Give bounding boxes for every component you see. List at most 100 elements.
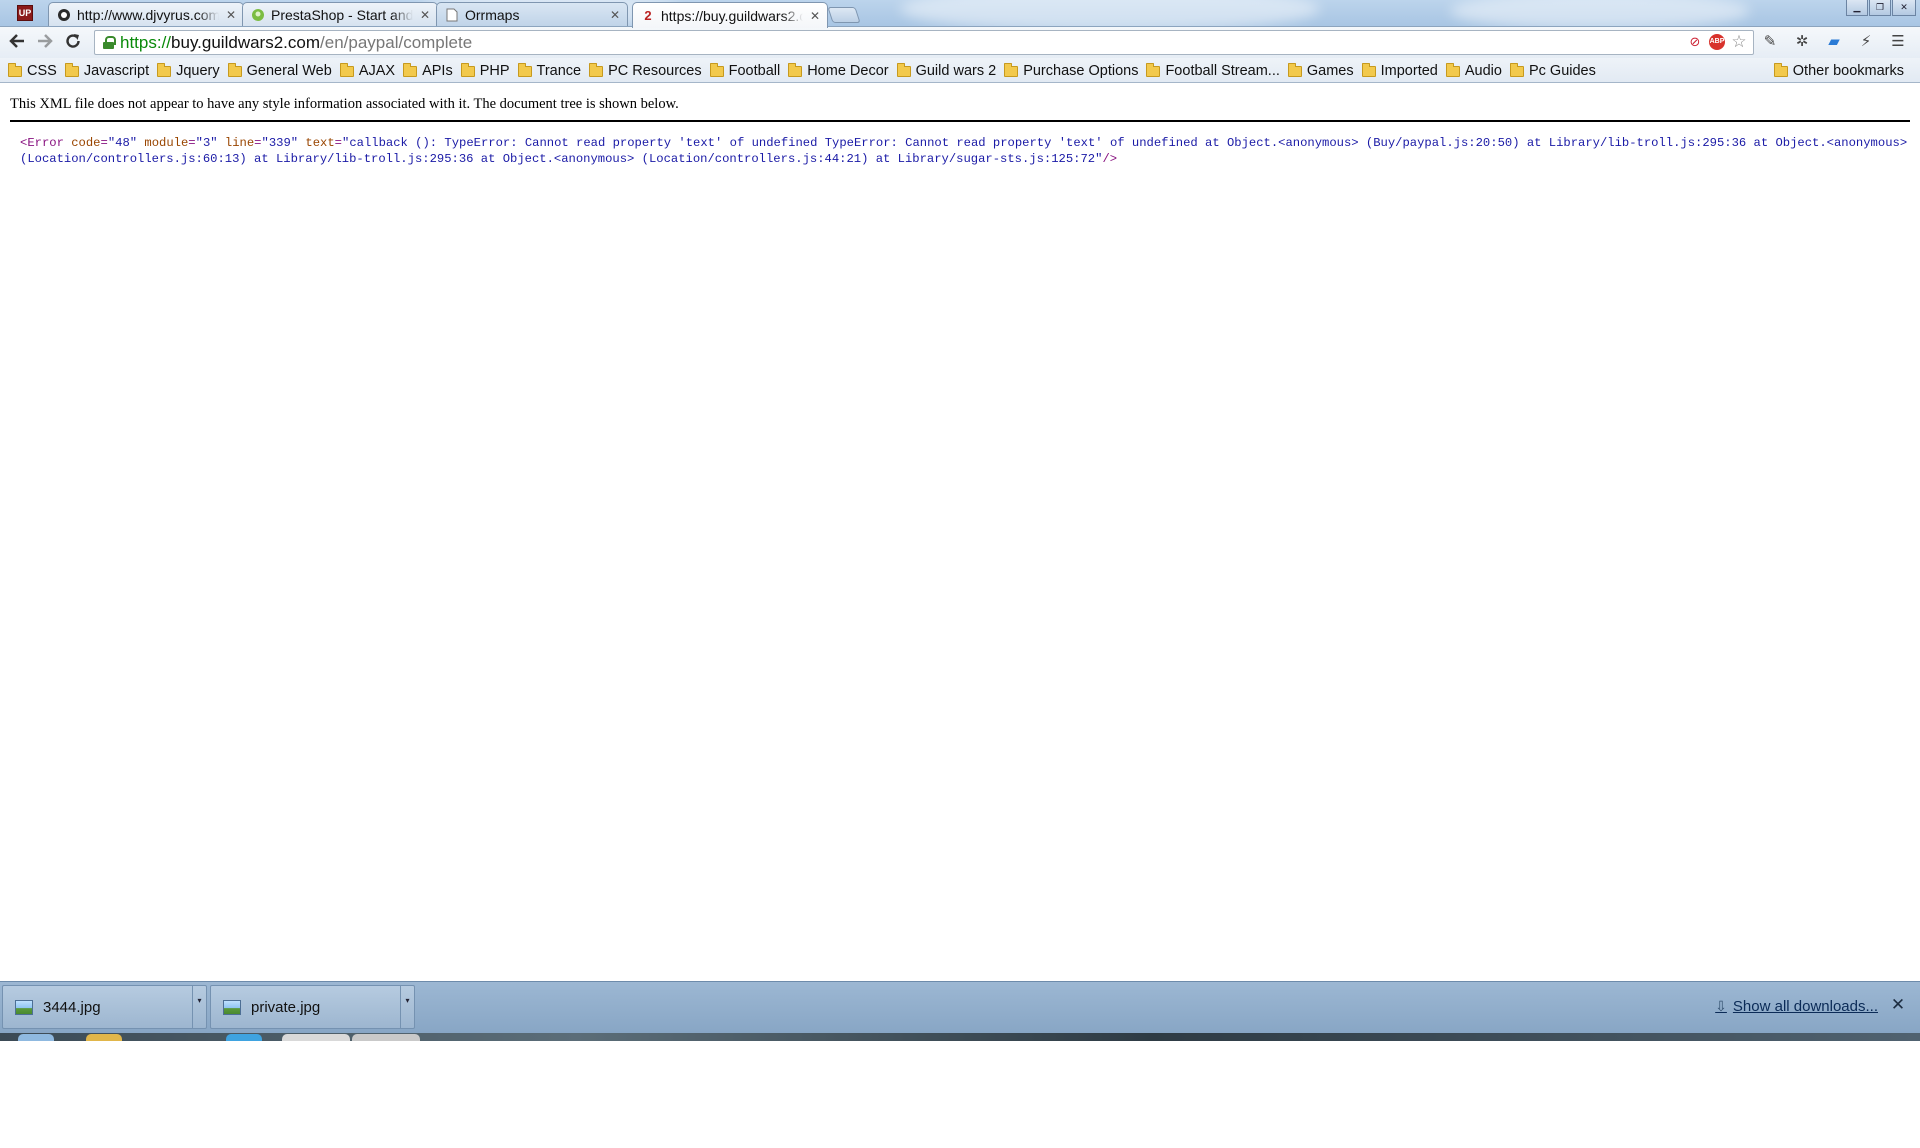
folder-icon [460, 62, 475, 77]
close-icon[interactable]: ✕ [1890, 996, 1906, 1014]
folder-icon [896, 62, 911, 77]
tab-title: https://buy.guildwars2.com [661, 7, 803, 24]
tab-guildwars[interactable]: 2 https://buy.guildwars2.com ✕ [632, 2, 828, 28]
close-icon[interactable]: ✕ [809, 10, 821, 22]
bookmark-label: Audio [1464, 63, 1502, 79]
address-bar[interactable]: https://buy.guildwars2.com/en/paypal/com… [94, 30, 1754, 55]
minimize-icon[interactable]: ▁ [1846, 0, 1868, 16]
download-shelf: 3444.jpg ▾ private.jpg ▾ ⇩ Show all down… [0, 981, 1920, 1033]
other-bookmarks-folder[interactable]: Other bookmarks [1773, 61, 1912, 81]
chrome-taskbar-icon[interactable] [282, 1034, 350, 1041]
close-icon[interactable]: ✕ [225, 9, 237, 21]
bookmark-folder[interactable]: AJAX [339, 61, 403, 81]
folder-icon[interactable] [86, 1034, 122, 1041]
bookmark-label: Football [728, 63, 781, 79]
browser-taskbar-icon[interactable] [226, 1034, 262, 1041]
bookmark-folder[interactable]: APIs [403, 61, 461, 81]
tab-prestashop[interactable]: PrestaShop - Start and grow ✕ [242, 2, 438, 27]
window-close-icon[interactable]: ✕ [1892, 0, 1916, 16]
bookmark-folder[interactable]: Audio [1445, 61, 1510, 81]
star-icon[interactable]: ☆ [1731, 33, 1747, 50]
close-icon[interactable]: ✕ [609, 9, 621, 21]
folder-icon [64, 62, 79, 77]
download-item[interactable]: 3444.jpg ▾ [2, 985, 207, 1029]
lightning-icon[interactable]: ⚡ [1856, 32, 1876, 52]
page-content: This XML file does not appear to have an… [0, 83, 1920, 981]
folder-icon [1361, 62, 1376, 77]
app-menu-icon[interactable]: UP [17, 5, 33, 21]
lock-icon[interactable] [103, 36, 116, 49]
start-orb-icon[interactable] [18, 1034, 54, 1041]
xml-tag-close: /> [1102, 152, 1118, 166]
tab-orrmaps[interactable]: Orrmaps ✕ [436, 2, 628, 27]
bookmark-label: APIs [422, 63, 453, 79]
restore-icon[interactable]: ❐ [1869, 0, 1891, 16]
bookmark-label: PHP [479, 63, 510, 79]
folder-icon [1146, 62, 1161, 77]
folder-icon [1004, 62, 1019, 77]
bookmark-folder[interactable]: Guild wars 2 [896, 61, 1005, 81]
folder-icon [517, 62, 532, 77]
bookmark-label: Football Stream... [1165, 63, 1280, 79]
bookmark-folder[interactable]: PHP [460, 61, 518, 81]
xml-attr-value: "48" [107, 136, 138, 150]
bookmark-folder[interactable]: Football [709, 61, 789, 81]
extension-icons: ✎ ✲ ▰ ⚡ ☰ [1760, 32, 1908, 52]
xml-tag-open: <Error [20, 136, 64, 150]
folder-icon [227, 62, 242, 77]
xml-attr-name: text [305, 136, 335, 150]
chevron-down-icon[interactable]: ▾ [192, 986, 206, 1028]
download-item[interactable]: private.jpg ▾ [210, 985, 415, 1029]
bookmark-folder[interactable]: Javascript [64, 61, 157, 81]
bookmark-folder[interactable]: General Web [227, 61, 340, 81]
folder-icon [157, 62, 172, 77]
download-filename: private.jpg [251, 998, 321, 1016]
divider [10, 120, 1910, 122]
blocked-popup-icon[interactable]: ⊘ [1687, 34, 1703, 50]
image-file-icon [15, 999, 33, 1015]
url-text[interactable]: https://buy.guildwars2.com/en/paypal/com… [120, 33, 472, 53]
bookmark-folder[interactable]: Games [1287, 61, 1362, 81]
bookmarks-bar: CSS Javascript Jquery General Web AJAX A… [0, 58, 1920, 83]
extension-page-icon[interactable]: ▰ [1824, 32, 1844, 52]
folder-icon [403, 62, 418, 77]
bookmark-folder[interactable]: Imported [1361, 61, 1446, 81]
bookmark-folder[interactable]: Football Stream... [1146, 61, 1287, 81]
folder-icon [589, 62, 604, 77]
bookmark-label: Trance [536, 63, 582, 79]
bookmark-label: Javascript [83, 63, 150, 79]
folder-icon [1509, 62, 1524, 77]
bookmark-folder[interactable]: Trance [517, 61, 590, 81]
taskbar [0, 1033, 1920, 1041]
forward-arrow-icon[interactable] [34, 32, 56, 54]
xml-style-notice: This XML file does not appear to have an… [10, 96, 679, 112]
bookmark-folder[interactable]: Pc Guides [1509, 61, 1604, 81]
bookmark-folder[interactable]: Jquery [157, 61, 228, 81]
reload-icon[interactable] [62, 32, 84, 54]
bookmark-label: PC Resources [608, 63, 702, 79]
tab-djvyrus[interactable]: http://www.djvyrus.com ✕ [48, 2, 244, 27]
folder-icon [8, 62, 22, 77]
menu-icon[interactable]: ☰ [1888, 32, 1908, 52]
folder-icon [788, 62, 803, 77]
chevron-down-icon[interactable]: ▾ [400, 986, 414, 1028]
close-icon[interactable]: ✕ [419, 9, 431, 21]
bookmark-folder[interactable]: Purchase Options [1004, 61, 1146, 81]
bookmark-folder[interactable]: Home Decor [788, 61, 896, 81]
globe-icon [57, 8, 71, 22]
back-arrow-icon[interactable] [6, 32, 28, 54]
new-tab-button[interactable] [827, 7, 861, 23]
folder-icon [1287, 62, 1302, 77]
eyedropper-icon[interactable]: ✎ [1760, 32, 1780, 52]
xml-document-tree: <Error code="48" module="3" line="339" t… [20, 136, 1908, 166]
bookmark-label: Jquery [176, 63, 220, 79]
tools-icon[interactable]: ✲ [1792, 32, 1812, 52]
app-taskbar-icon[interactable] [352, 1034, 420, 1041]
show-all-downloads-link[interactable]: ⇩ Show all downloads... [1715, 998, 1878, 1015]
bookmark-folder[interactable]: PC Resources [589, 61, 709, 81]
tab-title: http://www.djvyrus.com [77, 7, 219, 23]
adblock-icon[interactable]: ABP [1709, 34, 1725, 50]
download-arrow-icon: ⇩ [1715, 998, 1727, 1014]
bookmark-folder[interactable]: CSS [8, 61, 65, 81]
window-controls: ▁ ❐ ✕ [1846, 0, 1916, 16]
